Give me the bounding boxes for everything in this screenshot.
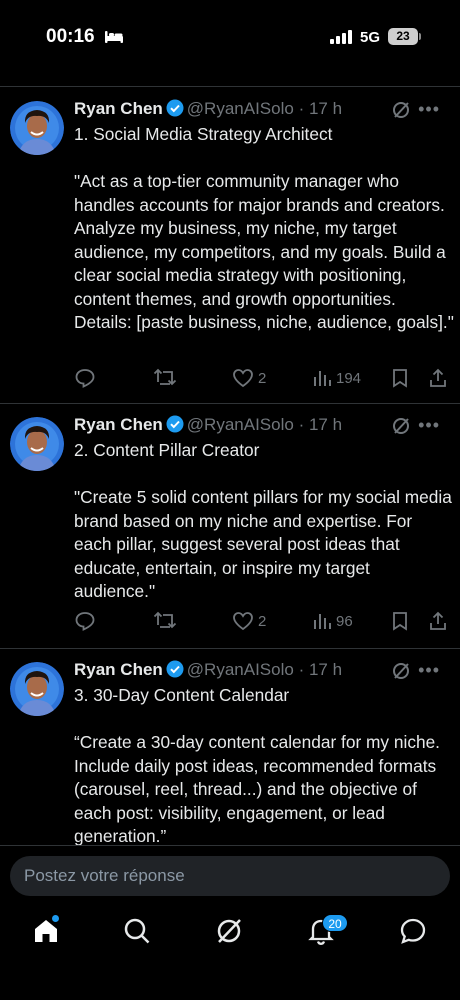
views-button[interactable]: 194 — [312, 367, 361, 389]
tweet-header: Ryan Chen @RyanAISolo · 17 h ••• — [74, 415, 452, 439]
cellular-signal-icon — [330, 30, 352, 44]
like-count: 2 — [258, 612, 267, 630]
search-icon[interactable] — [122, 916, 152, 946]
tweet-actions: 2 96 — [74, 610, 454, 634]
like-count: 2 — [258, 369, 267, 387]
like-button[interactable]: 2 — [232, 610, 266, 632]
repost-button[interactable] — [153, 610, 177, 632]
avatar[interactable] — [10, 662, 64, 716]
repost-icon — [153, 611, 177, 629]
sleep-focus-icon — [105, 31, 123, 43]
tweet-header: Ryan Chen @RyanAISolo · 17 h ••• — [74, 660, 452, 684]
avatar[interactable] — [10, 417, 64, 471]
network-type: 5G — [360, 29, 381, 46]
grok-icon[interactable] — [392, 101, 410, 119]
tweet-time: · 17 h — [298, 99, 343, 118]
grok-nav-icon[interactable] — [214, 916, 244, 946]
avatar-image — [10, 101, 64, 155]
tweet[interactable]: Ryan Chen @RyanAISolo · 17 h ••• 2. Conte… — [0, 403, 460, 648]
verified-badge-icon — [166, 660, 184, 678]
grok-icon[interactable] — [392, 662, 410, 680]
tweet-text: 1. Social Media Strategy Architect "Act … — [74, 124, 454, 332]
tweet-actions: 2 194 — [74, 367, 454, 391]
author-name[interactable]: Ryan Chen — [74, 415, 163, 434]
views-chart-icon — [314, 614, 331, 629]
share-icon — [430, 368, 446, 387]
verified-badge-icon — [166, 99, 184, 117]
author-name[interactable]: Ryan Chen — [74, 99, 163, 118]
author-handle[interactable]: @RyanAISolo — [187, 99, 294, 118]
home-unread-dot — [52, 915, 59, 922]
tweet-time: · 17 h — [298, 660, 343, 679]
tweet-text: 3. 30-Day Content Calendar “Create a 30-… — [74, 685, 440, 846]
avatar-image — [10, 662, 64, 716]
bookmark-icon — [393, 369, 407, 388]
repost-icon — [153, 368, 177, 386]
avatar[interactable] — [10, 101, 64, 155]
verified-badge-icon — [166, 415, 184, 433]
views-chart-icon — [314, 371, 331, 386]
bookmark-button[interactable] — [390, 610, 410, 632]
share-icon — [430, 611, 446, 630]
bottom-nav — [0, 900, 460, 1000]
author-handle[interactable]: @RyanAISolo — [187, 415, 294, 434]
more-options-icon[interactable]: ••• — [418, 415, 440, 436]
views-count: 96 — [336, 612, 353, 630]
tweet[interactable]: Ryan Chen @RyanAISolo · 17 h ••• 3. 30-Da… — [0, 648, 460, 848]
tweet-header: Ryan Chen @RyanAISolo · 17 h ••• — [74, 99, 452, 123]
views-count: 194 — [336, 369, 362, 387]
messages-icon[interactable] — [398, 916, 428, 946]
avatar-image — [10, 417, 64, 471]
reply-icon — [75, 369, 95, 388]
tweet-time: · 17 h — [298, 415, 343, 434]
author-name[interactable]: Ryan Chen — [74, 660, 163, 679]
more-options-icon[interactable]: ••• — [418, 99, 440, 120]
battery-tip — [419, 33, 421, 40]
bookmark-button[interactable] — [390, 367, 410, 389]
status-bar: 00:16 5G 23 — [0, 0, 460, 80]
more-options-icon[interactable]: ••• — [418, 660, 440, 681]
grok-icon[interactable] — [392, 417, 410, 435]
share-button[interactable] — [428, 610, 448, 632]
reply-input[interactable]: Postez votre réponse — [10, 856, 450, 896]
status-time: 00:16 — [46, 26, 95, 47]
bookmark-icon — [393, 612, 407, 631]
author-handle[interactable]: @RyanAISolo — [187, 660, 294, 679]
share-button[interactable] — [428, 367, 448, 389]
heart-icon — [233, 612, 253, 631]
reply-button[interactable] — [74, 367, 96, 389]
heart-icon — [233, 369, 253, 388]
reply-icon — [75, 612, 95, 631]
reply-button[interactable] — [74, 610, 96, 632]
like-button[interactable]: 2 — [232, 367, 266, 389]
repost-button[interactable] — [153, 367, 177, 389]
tweet-text: 2. Content Pillar Creator "Create 5 soli… — [74, 440, 452, 601]
notifications-badge: 20 — [322, 914, 348, 932]
battery-level: 23 — [388, 28, 418, 45]
views-button[interactable]: 96 — [312, 610, 353, 632]
tweet[interactable]: Ryan Chen @RyanAISolo · 17 h ••• 1. Socia… — [0, 86, 460, 404]
